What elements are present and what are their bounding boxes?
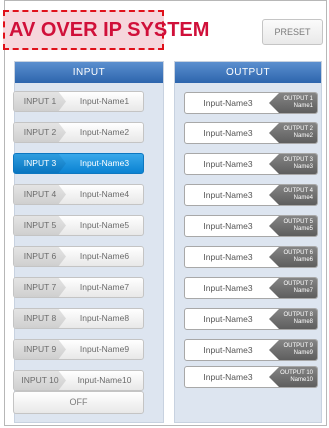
output-source-label: Input-Name3: [203, 314, 253, 324]
output-row-9[interactable]: Input-Name3 OUTPUT 9 Name9: [184, 339, 318, 361]
input-number-label: INPUT 6: [14, 247, 66, 266]
input-button-9[interactable]: INPUT 9 Input-Name9: [13, 339, 144, 360]
input-name-label: Input-Name8: [79, 313, 130, 323]
output-source-label: Input-Name3: [203, 190, 253, 200]
output-number-label: OUTPUT 6: [283, 250, 313, 256]
input-button-2[interactable]: INPUT 2 Input-Name2: [13, 122, 144, 143]
output-row-10[interactable]: Input-Name3 OUTPUT 10 Name10: [184, 366, 318, 388]
input-button-1[interactable]: INPUT 1 Input-Name1: [13, 91, 144, 112]
output-number-label: OUTPUT 7: [283, 281, 313, 287]
input-name-label: Input-Name9: [79, 344, 130, 354]
output-tag: OUTPUT 2 Name2: [269, 123, 317, 143]
input-number-label: INPUT 5: [14, 216, 66, 235]
input-button-4[interactable]: INPUT 4 Input-Name4: [13, 184, 144, 205]
output-source-label: Input-Name3: [203, 283, 253, 293]
output-name-label: Name5: [293, 226, 313, 232]
output-name-label: Name7: [293, 288, 313, 294]
input-number-label: INPUT 8: [14, 309, 66, 328]
output-row-3[interactable]: Input-Name3 OUTPUT 3 Name3: [184, 153, 318, 175]
output-source-label: Input-Name3: [203, 252, 253, 262]
output-name-label: Name9: [293, 350, 313, 356]
output-source-label: Input-Name3: [203, 345, 253, 355]
input-name-label: Input-Name3: [79, 158, 130, 168]
output-tag: OUTPUT 1 Name1: [269, 93, 317, 113]
input-number-label: INPUT 3: [14, 154, 66, 173]
output-tag: OUTPUT 9 Name9: [269, 340, 317, 360]
input-number-label: INPUT 2: [14, 123, 66, 142]
input-button-6[interactable]: INPUT 6 Input-Name6: [13, 246, 144, 267]
output-source-label: Input-Name3: [203, 98, 253, 108]
output-source-label: Input-Name3: [203, 128, 253, 138]
output-tag: OUTPUT 8 Name8: [269, 309, 317, 329]
output-number-label: OUTPUT 10: [280, 370, 313, 376]
output-name-label: Name6: [293, 257, 313, 263]
output-source-label: Input-Name3: [203, 159, 253, 169]
input-number-label: INPUT 10: [14, 371, 66, 390]
output-tag: OUTPUT 5 Name5: [269, 216, 317, 236]
output-row-7[interactable]: Input-Name3 OUTPUT 7 Name7: [184, 277, 318, 299]
output-panel-header: OUTPUT: [175, 62, 321, 83]
output-name-label: Name4: [293, 195, 313, 201]
output-number-label: OUTPUT 3: [283, 157, 313, 163]
input-number-label: INPUT 7: [14, 278, 66, 297]
output-row-1[interactable]: Input-Name3 OUTPUT 1 Name1: [184, 92, 318, 114]
output-tag: OUTPUT 10 Name10: [269, 367, 317, 387]
output-number-label: OUTPUT 4: [283, 188, 313, 194]
output-row-8[interactable]: Input-Name3 OUTPUT 8 Name8: [184, 308, 318, 330]
input-panel: INPUT: [14, 61, 164, 423]
output-name-label: Name1: [293, 103, 313, 109]
output-tag: OUTPUT 7 Name7: [269, 278, 317, 298]
input-name-label: Input-Name2: [79, 127, 130, 137]
output-tag: OUTPUT 3 Name3: [269, 154, 317, 174]
input-name-label: Input-Name4: [79, 189, 130, 199]
output-row-4[interactable]: Input-Name3 OUTPUT 4 Name4: [184, 184, 318, 206]
off-button[interactable]: OFF: [13, 391, 144, 414]
input-name-label: Input-Name1: [79, 96, 130, 106]
input-button-3[interactable]: INPUT 3 Input-Name3: [13, 153, 144, 174]
output-row-2[interactable]: Input-Name3 OUTPUT 2 Name2: [184, 122, 318, 144]
input-number-label: INPUT 9: [14, 340, 66, 359]
input-name-label: Input-Name7: [79, 282, 130, 292]
output-number-label: OUTPUT 1: [283, 96, 313, 102]
input-name-label: Input-Name10: [77, 375, 132, 385]
output-row-5[interactable]: Input-Name3 OUTPUT 5 Name5: [184, 215, 318, 237]
input-button-7[interactable]: INPUT 7 Input-Name7: [13, 277, 144, 298]
output-number-label: OUTPUT 2: [283, 126, 313, 132]
input-number-label: INPUT 1: [14, 92, 66, 111]
input-number-label: INPUT 4: [14, 185, 66, 204]
input-button-10[interactable]: INPUT 10 Input-Name10: [13, 370, 144, 391]
input-name-label: Input-Name6: [79, 251, 130, 261]
output-tag: OUTPUT 6 Name6: [269, 247, 317, 267]
input-button-8[interactable]: INPUT 8 Input-Name8: [13, 308, 144, 329]
preset-button[interactable]: PRESET: [262, 19, 323, 45]
output-row-6[interactable]: Input-Name3 OUTPUT 6 Name6: [184, 246, 318, 268]
input-panel-header: INPUT: [15, 62, 163, 83]
input-button-5[interactable]: INPUT 5 Input-Name5: [13, 215, 144, 236]
output-tag: OUTPUT 4 Name4: [269, 185, 317, 205]
output-number-label: OUTPUT 5: [283, 219, 313, 225]
output-number-label: OUTPUT 9: [283, 343, 313, 349]
app-title: AV OVER IP SYSTEM: [3, 10, 209, 50]
output-source-label: Input-Name3: [203, 372, 253, 382]
output-source-label: Input-Name3: [203, 221, 253, 231]
input-name-label: Input-Name5: [79, 220, 130, 230]
output-name-label: Name3: [293, 164, 313, 170]
output-name-label: Name8: [293, 319, 313, 325]
output-name-label: Name2: [293, 133, 313, 139]
output-name-label: Name10: [290, 377, 313, 383]
output-number-label: OUTPUT 8: [283, 312, 313, 318]
